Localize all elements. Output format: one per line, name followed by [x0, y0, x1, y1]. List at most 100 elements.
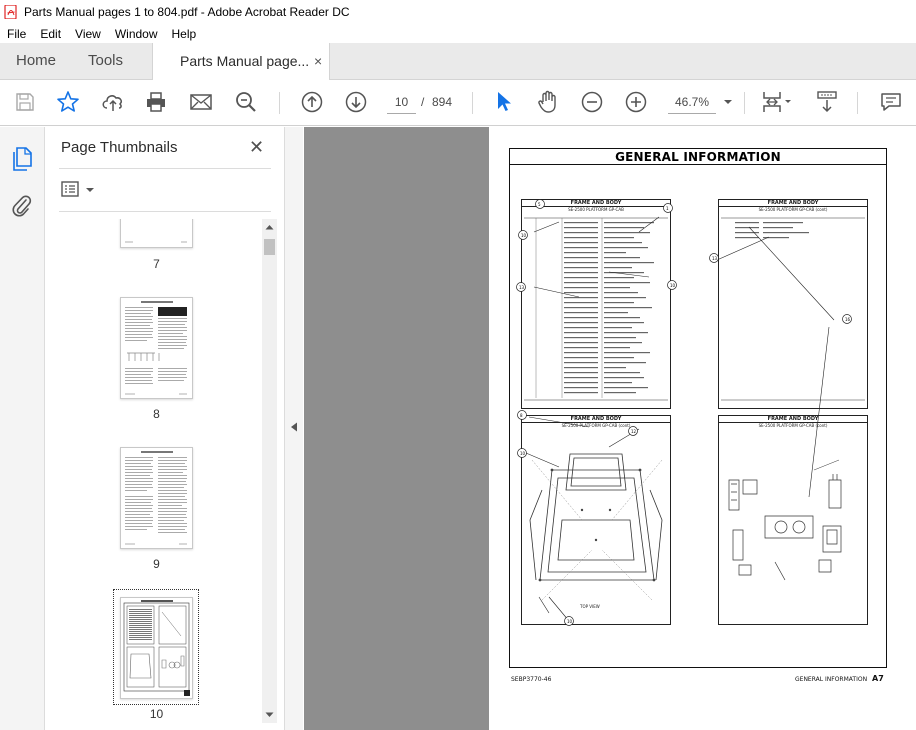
- find-button[interactable]: [234, 90, 258, 114]
- toolbar-divider: [279, 92, 280, 114]
- page-footer-left: SEBP3770-46: [511, 676, 552, 683]
- thumbnail-scrollbar[interactable]: [262, 219, 277, 723]
- menu-help[interactable]: Help: [165, 27, 204, 41]
- prev-page-button[interactable]: [300, 90, 324, 114]
- print-icon: [147, 92, 165, 112]
- thumbnail-list: 7 8 9 10: [59, 219, 262, 723]
- scroll-up-icon: [265, 225, 274, 230]
- email-icon: [190, 94, 212, 110]
- zoom-level-input[interactable]: [668, 90, 716, 114]
- divider: [59, 168, 271, 169]
- scroll-mode-button[interactable]: [815, 90, 839, 114]
- thumbnail-page[interactable]: [120, 219, 193, 248]
- page-footer-right: GENERAL INFORMATION: [795, 676, 868, 683]
- callout-label: 10: [567, 619, 573, 624]
- window-title: Parts Manual pages 1 to 804.pdf - Adobe …: [24, 5, 350, 19]
- page-display-icon: [763, 92, 791, 112]
- save-icon: [16, 93, 34, 111]
- document-view[interactable]: GENERAL INFORMATION FRAME AND BODY SE-25…: [304, 127, 916, 730]
- callout-label: 10: [670, 283, 676, 288]
- page-preview: [125, 301, 187, 395]
- zoom-in-button[interactable]: [624, 90, 648, 114]
- zoom-out-icon: [581, 91, 603, 113]
- scrollbar-thumb[interactable]: [264, 239, 275, 255]
- toolbar: / 894: [0, 80, 916, 126]
- tab-document[interactable]: Parts Manual page... ×: [152, 43, 330, 80]
- select-tool-button[interactable]: [492, 90, 516, 114]
- email-button[interactable]: [189, 90, 213, 114]
- thumbnail-label: 9: [153, 557, 160, 571]
- print-button[interactable]: [144, 90, 168, 114]
- menu-bar: File Edit View Window Help: [0, 24, 916, 43]
- page-footer-number: A7: [872, 674, 884, 683]
- title-bar: Parts Manual pages 1 to 804.pdf - Adobe …: [0, 0, 916, 24]
- callout-label: 8: [520, 413, 523, 418]
- save-button[interactable]: [13, 90, 37, 114]
- callout-label: 13: [519, 285, 525, 290]
- callout-labels: 5 1 10 13 10 13 16 8 12 10 10: [489, 127, 916, 730]
- thumbnail-label: 8: [153, 407, 160, 421]
- toolbar-divider: [857, 92, 858, 114]
- menu-edit[interactable]: Edit: [33, 27, 68, 41]
- page-display-button[interactable]: [759, 90, 795, 114]
- zoom-dropdown-button[interactable]: [716, 90, 740, 114]
- thumbnail-options-button[interactable]: [61, 180, 101, 200]
- page-total: 894: [432, 95, 453, 109]
- callout-label: 10: [521, 233, 527, 238]
- callout-label: 1: [666, 206, 669, 211]
- menu-view[interactable]: View: [68, 27, 108, 41]
- thumbnail-label: 10: [149, 707, 164, 721]
- attachments-icon: [12, 195, 32, 217]
- toolbar-divider: [472, 92, 473, 114]
- scroll-mode-icon: [817, 91, 837, 113]
- acrobat-logo-icon: [4, 5, 17, 19]
- thumbnail-page-selected[interactable]: [120, 597, 193, 699]
- hand-icon: [538, 90, 556, 113]
- hand-tool-button[interactable]: [536, 90, 560, 114]
- tab-document-label: Parts Manual page...: [180, 53, 310, 69]
- tab-tools[interactable]: Tools: [88, 43, 123, 79]
- thumbnail-page[interactable]: [120, 447, 193, 549]
- attachments-button[interactable]: [10, 193, 34, 217]
- share-upload-icon: [102, 95, 122, 111]
- page-preview: [123, 600, 190, 696]
- callout-label: 10: [520, 451, 526, 456]
- callout-label: 16: [845, 317, 851, 322]
- next-page-button[interactable]: [344, 90, 368, 114]
- panel-splitter[interactable]: [284, 127, 303, 730]
- bookmark-button[interactable]: [56, 90, 80, 114]
- panel-title: Page Thumbnails: [61, 139, 178, 156]
- zoom-out-button[interactable]: [580, 90, 604, 114]
- comment-icon: [881, 93, 901, 111]
- bookmark-star-icon: [57, 91, 79, 112]
- collapse-panel-icon[interactable]: [290, 422, 298, 432]
- next-page-icon: [345, 91, 367, 113]
- page-number-input[interactable]: [387, 90, 416, 114]
- select-cursor-icon: [498, 92, 511, 111]
- find-icon: [236, 92, 256, 112]
- list-options-icon: [61, 181, 94, 197]
- toolbar-divider: [744, 92, 745, 114]
- menu-file[interactable]: File: [0, 27, 33, 41]
- thumbnails-panel: Page Thumbnails ✕ 7 8 9 10: [46, 127, 284, 730]
- page-preview: [125, 451, 187, 545]
- pdf-page: GENERAL INFORMATION FRAME AND BODY SE-25…: [489, 127, 916, 730]
- share-button[interactable]: [101, 90, 125, 114]
- page-separator: /: [421, 95, 425, 109]
- zoom-in-icon: [625, 91, 647, 113]
- tab-close-button[interactable]: ×: [314, 53, 322, 69]
- left-rail: [0, 127, 45, 730]
- callout-label: 13: [712, 256, 718, 261]
- tab-bar: Home Tools Parts Manual page... ×: [0, 43, 916, 80]
- divider: [59, 211, 271, 212]
- scroll-down-icon: [265, 712, 274, 717]
- panel-close-button[interactable]: ✕: [249, 137, 264, 158]
- comment-button[interactable]: [879, 90, 903, 114]
- menu-window[interactable]: Window: [108, 27, 165, 41]
- thumbnail-page[interactable]: [120, 297, 193, 399]
- tab-home[interactable]: Home: [16, 43, 56, 79]
- prev-page-icon: [301, 91, 323, 113]
- page-preview: [125, 241, 187, 243]
- page-thumbnails-button[interactable]: [10, 147, 34, 171]
- page-thumbnails-icon: [13, 147, 32, 171]
